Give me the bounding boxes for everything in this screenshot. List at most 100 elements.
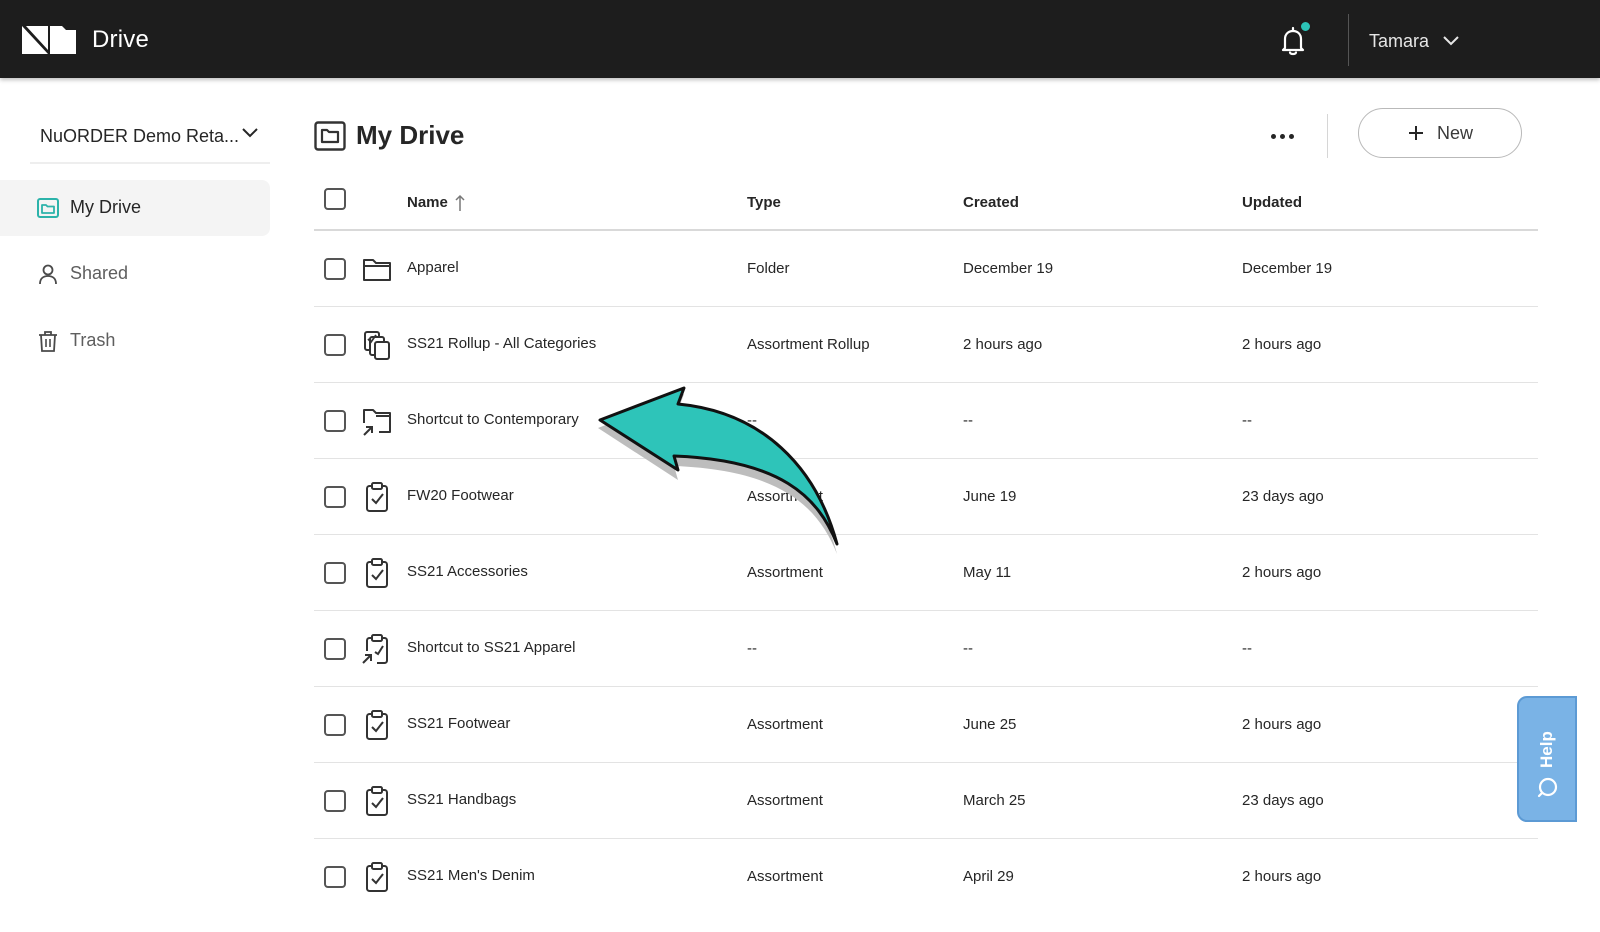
table-row[interactable]: Shortcut to Contemporary -- -- -- <box>314 383 1538 459</box>
user-name: Tamara <box>1369 30 1430 51</box>
rollup-icon <box>364 331 390 360</box>
notification-badge <box>1299 20 1312 33</box>
file-created: March 25 <box>963 792 1026 809</box>
row-checkbox[interactable] <box>324 410 346 432</box>
file-updated: 2 hours ago <box>1242 564 1322 581</box>
clipboard-check-icon <box>366 558 388 588</box>
row-checkbox[interactable] <box>324 790 346 812</box>
dot-icon <box>1270 133 1276 139</box>
organization-name: NuORDER Demo Reta... <box>40 126 240 146</box>
top-bar: Drive Tamara <box>0 0 1600 78</box>
table-row[interactable]: SS21 Rollup - All Categories Assortment … <box>314 307 1538 383</box>
files-table: Name Type Created Updated Apparel Folder… <box>314 174 1538 915</box>
plus-icon <box>1408 126 1423 140</box>
file-name[interactable]: Shortcut to Contemporary <box>407 411 579 428</box>
clipboard-check-icon <box>366 710 388 740</box>
sidebar-item-my-drive[interactable]: My Drive <box>0 180 270 236</box>
app-title: Drive <box>92 26 150 53</box>
file-type: Assortment <box>747 564 823 581</box>
folder-icon <box>314 121 346 151</box>
clipboard-check-icon <box>366 786 388 816</box>
row-checkbox[interactable] <box>324 334 346 356</box>
table-row[interactable]: Shortcut to SS21 Apparel -- -- -- <box>314 611 1538 687</box>
file-created: December 19 <box>963 260 1054 277</box>
table-row[interactable]: Apparel Folder December 19 December 19 <box>314 231 1538 307</box>
new-button[interactable]: New <box>1358 108 1522 158</box>
help-label: Help <box>1537 731 1556 768</box>
file-type: -- <box>747 412 757 429</box>
file-updated: -- <box>1242 412 1252 429</box>
chevron-down-icon <box>1443 36 1459 46</box>
file-created: -- <box>963 412 973 429</box>
sidebar-item-label: Shared <box>70 263 129 283</box>
file-type: Assortment <box>747 868 823 885</box>
clipboard-check-icon <box>366 862 388 892</box>
column-header-created[interactable]: Created <box>963 194 1019 211</box>
file-type: Assortment <box>747 792 823 809</box>
file-updated: 23 days ago <box>1242 488 1324 505</box>
select-all-checkbox[interactable] <box>324 188 346 210</box>
table-header: Name Type Created Updated <box>314 174 1538 231</box>
person-icon <box>39 264 57 285</box>
row-checkbox[interactable] <box>324 486 346 508</box>
new-button-label: New <box>1436 122 1473 143</box>
file-created: May 11 <box>963 564 1012 581</box>
file-type: Assortment Rollup <box>747 336 870 353</box>
column-header-name[interactable]: Name <box>407 194 448 211</box>
file-type: Assortment <box>747 716 823 733</box>
sort-ascending-icon[interactable] <box>454 194 466 212</box>
more-options-button[interactable] <box>1262 122 1302 150</box>
file-name[interactable]: SS21 Rollup - All Categories <box>407 335 596 352</box>
file-created: June 19 <box>963 488 1017 505</box>
file-name[interactable]: SS21 Handbags <box>407 791 516 808</box>
clipboard-shortcut-icon <box>362 634 388 664</box>
clipboard-check-icon <box>366 482 388 512</box>
row-checkbox[interactable] <box>324 562 346 584</box>
table-row[interactable]: SS21 Footwear Assortment June 25 2 hours… <box>314 687 1538 763</box>
file-updated: 23 days ago <box>1242 792 1324 809</box>
file-name[interactable]: SS21 Men's Denim <box>407 867 535 884</box>
file-name[interactable]: Apparel <box>407 259 459 276</box>
file-updated: 2 hours ago <box>1242 868 1322 885</box>
file-name[interactable]: SS21 Accessories <box>407 563 528 580</box>
sidebar-item-shared[interactable]: Shared <box>0 246 270 302</box>
file-created: -- <box>963 640 973 657</box>
file-name[interactable]: Shortcut to SS21 Apparel <box>407 639 575 656</box>
file-created: 2 hours ago <box>963 336 1043 353</box>
organization-selector[interactable]: NuORDER Demo Reta... <box>30 112 270 164</box>
row-checkbox[interactable] <box>324 866 346 888</box>
file-updated: December 19 <box>1242 260 1333 277</box>
chat-bubble-icon <box>1537 777 1558 798</box>
table-row[interactable]: FW20 Footwear Assortment June 19 23 days… <box>314 459 1538 535</box>
column-header-type[interactable]: Type <box>747 194 781 211</box>
sidebar-item-label: My Drive <box>70 197 141 217</box>
sidebar-item-trash[interactable]: Trash <box>0 313 270 369</box>
file-name[interactable]: SS21 Footwear <box>407 715 510 732</box>
header-divider <box>1327 114 1328 158</box>
table-row[interactable]: SS21 Accessories Assortment May 11 2 hou… <box>314 535 1538 611</box>
help-tab[interactable]: Help <box>1517 696 1577 822</box>
folder-icon <box>363 259 391 281</box>
row-checkbox[interactable] <box>324 258 346 280</box>
file-name[interactable]: FW20 Footwear <box>407 487 514 504</box>
user-menu[interactable]: Tamara <box>1369 28 1459 54</box>
sidebar-item-label: Trash <box>70 330 116 350</box>
trash-icon <box>39 331 57 352</box>
file-created: June 25 <box>963 716 1017 733</box>
nuorder-logo[interactable] <box>22 26 76 54</box>
file-type: Folder <box>747 260 790 277</box>
row-checkbox[interactable] <box>324 714 346 736</box>
dot-icon <box>1279 133 1285 139</box>
table-row[interactable]: SS21 Handbags Assortment March 25 23 day… <box>314 763 1538 839</box>
column-header-updated[interactable]: Updated <box>1242 194 1302 211</box>
file-type: -- <box>747 640 757 657</box>
file-updated: -- <box>1242 640 1252 657</box>
table-row[interactable]: SS21 Men's Denim Assortment April 29 2 h… <box>314 839 1538 915</box>
row-checkbox[interactable] <box>324 638 346 660</box>
folder-shortcut-icon <box>363 409 391 436</box>
file-created: April 29 <box>963 868 1014 885</box>
dot-icon <box>1288 133 1294 139</box>
file-type: Assortment <box>747 488 823 505</box>
folder-icon <box>37 198 59 218</box>
top-bar-divider <box>1348 14 1349 66</box>
